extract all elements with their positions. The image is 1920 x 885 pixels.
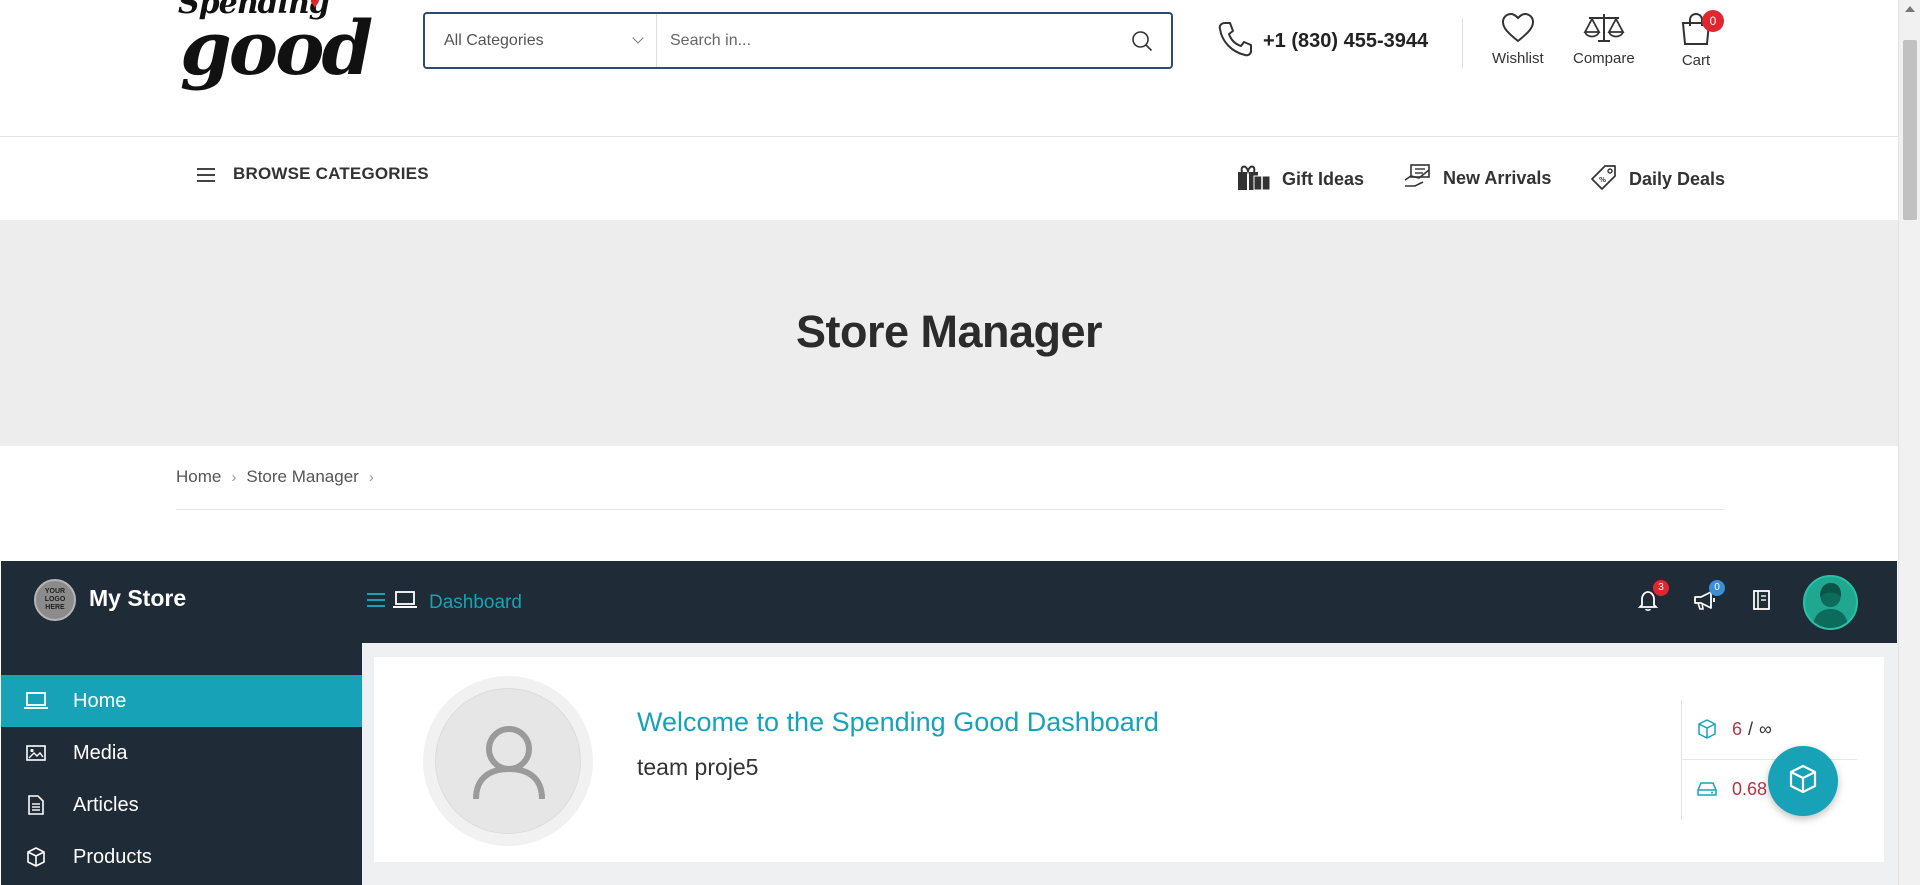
store-logo[interactable]: YOUR LOGO HERE — [34, 579, 76, 621]
announcements-badge: 0 — [1709, 580, 1725, 596]
sidebar-item-label: Home — [73, 689, 127, 712]
daily-deals-label: Daily Deals — [1629, 169, 1726, 189]
wishlist-label: Wishlist — [1492, 50, 1544, 67]
page-title-band: Store Manager — [0, 220, 1898, 446]
add-product-fab[interactable] — [1768, 746, 1838, 816]
wishlist-button[interactable]: Wishlist — [1492, 12, 1544, 67]
phone-icon — [1217, 20, 1253, 63]
sidebar-item-label: Products — [73, 845, 152, 868]
svg-text:%: % — [1599, 176, 1606, 184]
products-used-value: 6 — [1732, 718, 1743, 739]
cart-count-badge: 0 — [1702, 10, 1724, 32]
breadcrumb-divider — [176, 509, 1724, 510]
laptop-icon — [393, 591, 417, 614]
chevron-right-icon: › — [231, 468, 237, 486]
knowledgebase-button[interactable] — [1752, 589, 1776, 613]
header-divider — [1462, 18, 1463, 68]
phone-number: +1 (830) 455-3944 — [1263, 30, 1429, 52]
stat-separator: / — [1748, 718, 1754, 739]
image-icon — [23, 740, 49, 766]
category-select[interactable]: All Categories — [425, 14, 657, 67]
dashboard-header: YOUR LOGO HERE My Store Dashboard 3 0 — [1, 561, 1897, 643]
sidebar-item-articles[interactable]: Articles — [1, 779, 362, 831]
main-nav: BROWSE CATEGORIES Gift Ideas New Arrival… — [0, 138, 1898, 220]
dashboard-section-label[interactable]: Dashboard — [429, 592, 522, 614]
sidebar-item-label: Media — [73, 741, 128, 764]
user-avatar[interactable] — [1803, 575, 1858, 630]
dashboard-sidebar: Home Media Articles Products — [1, 643, 362, 885]
search-input[interactable] — [658, 14, 1118, 67]
logo-text-good: good — [180, 6, 373, 92]
sidebar-item-products[interactable]: Products — [1, 831, 362, 883]
menu-icon — [197, 166, 217, 182]
sidebar-toggle[interactable]: Dashboard — [367, 591, 522, 614]
cube-icon — [23, 844, 49, 870]
notifications-badge: 3 — [1653, 580, 1669, 596]
sidebar-item-media[interactable]: Media — [1, 727, 362, 779]
header-top: Spending ♥ good All Categories +1 (830) … — [0, 0, 1898, 137]
cart-icon: 0 — [1678, 10, 1724, 50]
cart-label: Cart — [1681, 52, 1711, 69]
profile-picture[interactable] — [423, 676, 593, 846]
page-scrollbar[interactable] — [1898, 0, 1920, 885]
store-name[interactable]: My Store — [89, 585, 186, 612]
browse-categories-label: BROWSE CATEGORIES — [233, 164, 429, 183]
gift-icon — [1236, 162, 1282, 197]
sidebar-item-label: Articles — [73, 793, 139, 816]
products-limit-stat: 6 / ∞ — [1682, 700, 1857, 758]
nav-link-new-arrivals[interactable]: New Arrivals — [1403, 162, 1551, 195]
cube-icon — [1696, 718, 1718, 740]
breadcrumb: Home › Store Manager › — [176, 467, 384, 487]
page-title: Store Manager — [795, 306, 1103, 357]
breadcrumb-current[interactable]: Store Manager — [246, 467, 358, 487]
phone-contact[interactable]: +1 (830) 455-3944 — [1217, 20, 1428, 63]
nav-link-gift-ideas[interactable]: Gift Ideas — [1236, 162, 1364, 197]
new-arrivals-icon — [1403, 162, 1443, 195]
scale-icon — [1583, 14, 1625, 48]
laptop-icon — [23, 688, 49, 714]
breadcrumb-home[interactable]: Home — [176, 467, 221, 487]
scroll-up-icon[interactable] — [1905, 6, 1915, 12]
welcome-username: team proje5 — [637, 754, 759, 780]
category-select-value: All Categories — [444, 31, 544, 49]
site-logo[interactable]: Spending ♥ good — [176, 0, 373, 100]
cart-button[interactable]: 0 Cart — [1678, 10, 1724, 69]
document-icon — [23, 792, 49, 818]
hard-drive-icon — [1696, 778, 1718, 800]
price-tag-icon: % — [1589, 162, 1629, 197]
cube-icon — [1787, 763, 1819, 800]
announcements-button[interactable]: 0 — [1693, 580, 1725, 615]
notifications-button[interactable]: 3 — [1637, 580, 1669, 615]
welcome-card — [374, 657, 1884, 862]
scrollbar-thumb[interactable] — [1903, 40, 1917, 220]
book-icon — [1752, 590, 1772, 615]
menu-icon[interactable] — [367, 592, 385, 613]
space-used-value: 0.68 — [1732, 778, 1768, 799]
new-arrivals-label: New Arrivals — [1443, 168, 1552, 188]
compare-button[interactable]: Compare — [1573, 12, 1635, 67]
products-limit-value: ∞ — [1759, 718, 1772, 739]
bell-icon — [1637, 591, 1659, 615]
megaphone-icon — [1693, 591, 1717, 615]
chevron-down-icon — [632, 32, 644, 44]
chevron-right-icon: › — [368, 468, 374, 486]
user-icon — [473, 726, 545, 800]
search-form: All Categories — [423, 12, 1173, 69]
gift-ideas-label: Gift Ideas — [1282, 169, 1365, 189]
welcome-title: Welcome to the Spending Good Dashboard — [637, 707, 1159, 737]
nav-link-daily-deals[interactable]: % Daily Deals — [1589, 162, 1725, 197]
browse-categories-button[interactable]: BROWSE CATEGORIES — [197, 164, 429, 184]
compare-label: Compare — [1573, 50, 1635, 67]
search-icon[interactable] — [1131, 30, 1153, 52]
sidebar-item-home[interactable]: Home — [1, 675, 362, 727]
heart-icon — [1500, 12, 1536, 48]
default-avatar — [435, 688, 581, 834]
